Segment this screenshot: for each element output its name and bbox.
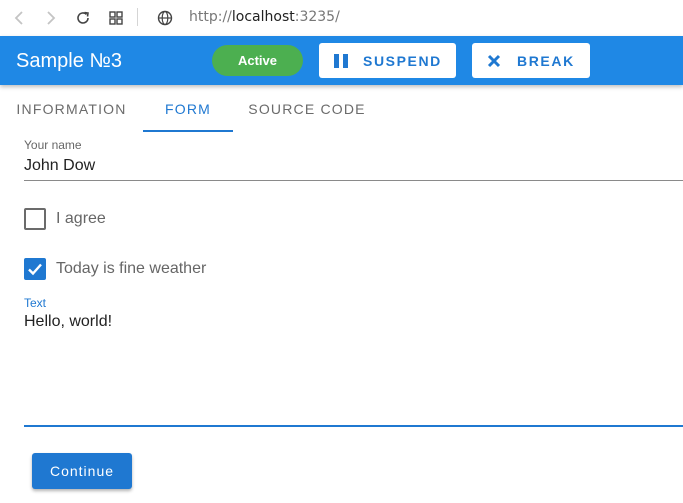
name-field-underline — [24, 180, 683, 181]
weather-checkbox-row[interactable]: Today is fine weather — [24, 257, 206, 281]
continue-button[interactable]: Continue — [32, 453, 132, 489]
close-icon — [486, 53, 502, 69]
suspend-button-label: SUSPEND — [363, 53, 442, 69]
tab-bar: INFORMATION FORM SOURCE CODE — [0, 85, 683, 133]
url-scheme: http:// — [189, 9, 232, 25]
agree-checkbox-row[interactable]: I agree — [24, 207, 106, 231]
text-area[interactable]: Hello, world! — [24, 312, 683, 422]
address-bar-url[interactable]: http://localhost:3235/ — [189, 8, 340, 26]
tab-information[interactable]: INFORMATION — [0, 85, 143, 133]
break-button-label: BREAK — [517, 53, 575, 69]
apps-grid-icon[interactable] — [106, 8, 126, 28]
app-title: Sample №3 — [16, 50, 122, 72]
name-field-label: Your name — [24, 138, 82, 152]
reload-icon[interactable] — [73, 8, 93, 28]
name-field[interactable]: John Dow — [24, 156, 95, 176]
status-badge: Active — [212, 45, 303, 76]
weather-checkbox[interactable] — [24, 258, 46, 280]
text-area-underline — [24, 425, 683, 427]
forward-arrow-icon[interactable] — [41, 8, 61, 28]
browser-toolbar: http://localhost:3235/ — [0, 0, 683, 36]
active-tab-indicator — [143, 130, 233, 132]
app-bar: Sample №3 Active SUSPEND BREAK — [0, 36, 683, 85]
checkmark-icon — [28, 263, 42, 276]
agree-checkbox-label: I agree — [56, 210, 106, 227]
toolbar-divider — [137, 8, 138, 26]
suspend-button[interactable]: SUSPEND — [319, 43, 456, 78]
weather-checkbox-label: Today is fine weather — [56, 260, 207, 277]
url-host: localhost — [231, 9, 295, 25]
back-arrow-icon[interactable] — [9, 8, 29, 28]
tab-form[interactable]: FORM — [143, 85, 233, 133]
pause-icon — [333, 53, 349, 69]
break-button[interactable]: BREAK — [472, 43, 590, 78]
globe-icon — [155, 8, 175, 28]
url-port-path: :3235/ — [294, 9, 340, 25]
tab-source-code[interactable]: SOURCE CODE — [233, 85, 381, 133]
text-field-label: Text — [24, 296, 47, 310]
agree-checkbox[interactable] — [24, 208, 46, 230]
